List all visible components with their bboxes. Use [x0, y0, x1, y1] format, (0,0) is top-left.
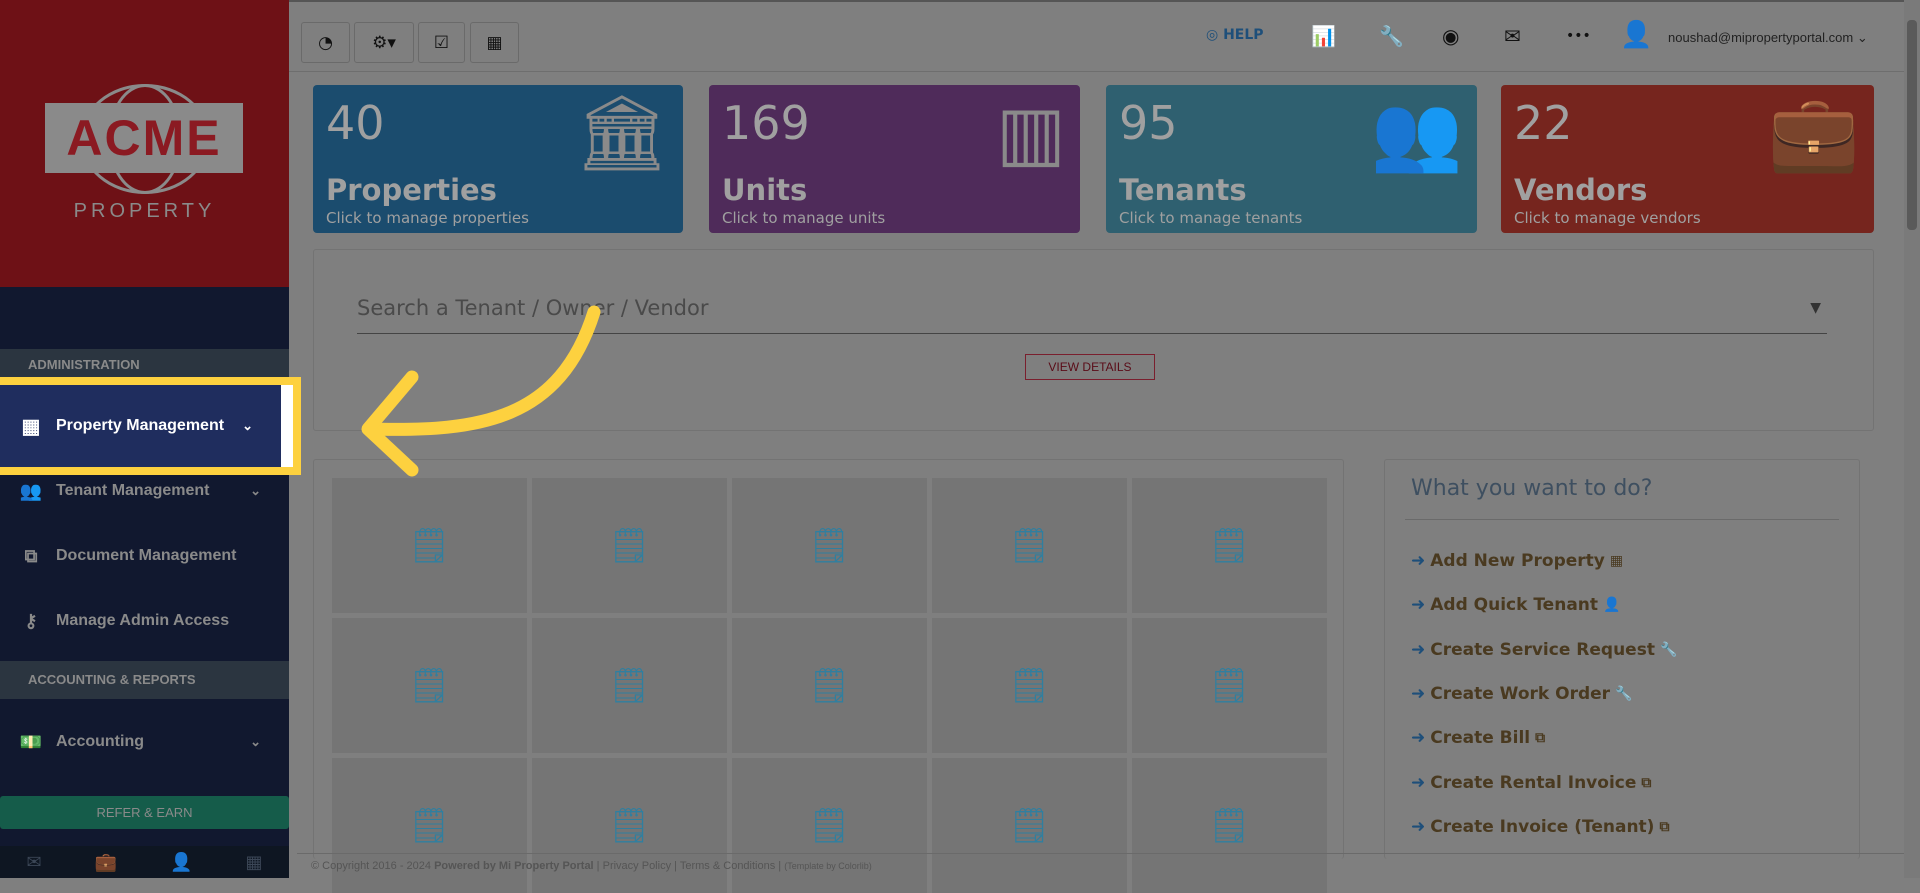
pointer-arrow	[361, 305, 601, 477]
arrow-curve	[365, 305, 601, 436]
